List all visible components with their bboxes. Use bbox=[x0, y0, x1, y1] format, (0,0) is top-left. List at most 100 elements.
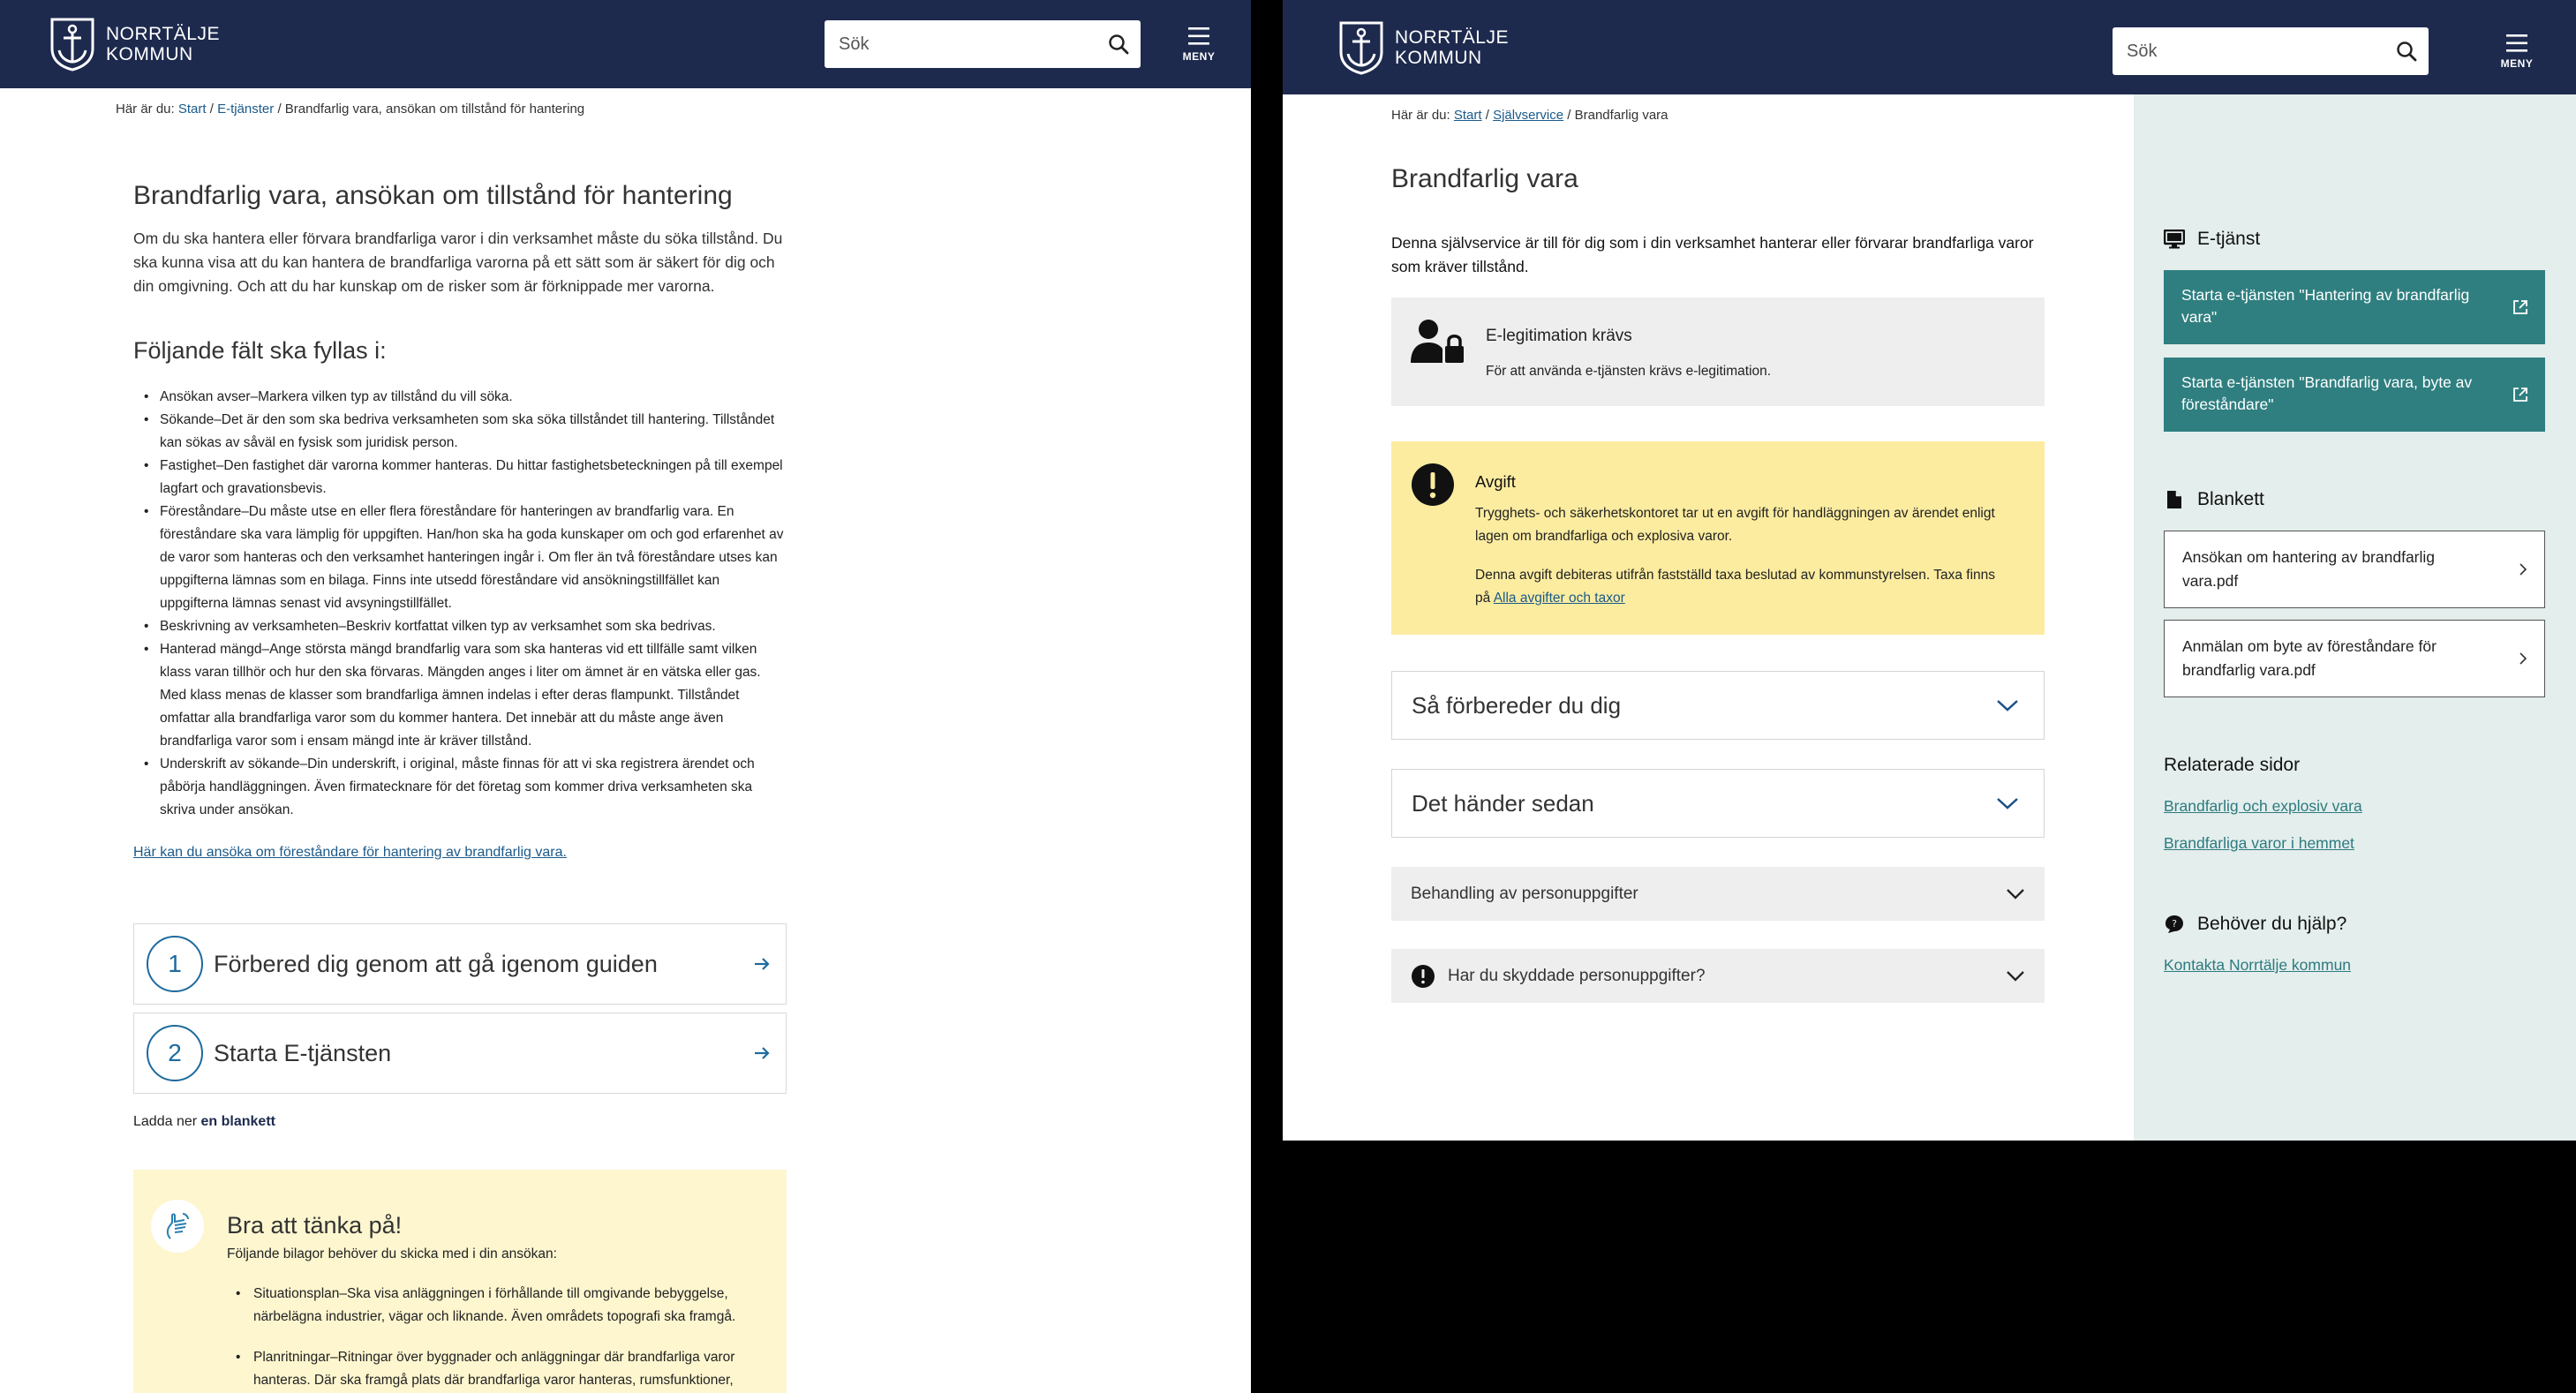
site-logo[interactable]: NORRTÄLJE KOMMUN bbox=[1338, 20, 1509, 75]
tip-subtitle: Följande bilagor behöver du skicka med i… bbox=[227, 1246, 557, 1261]
step-number: 1 bbox=[147, 936, 203, 992]
external-link-icon bbox=[2513, 388, 2527, 402]
fee-title: Avgift bbox=[1475, 472, 1516, 491]
list-item: Planritningar–Ritningar över byggnader o… bbox=[227, 1346, 757, 1392]
list-item: Hanterad mängd–Ange största mängd brandf… bbox=[133, 638, 787, 753]
sidebar: E-tjänst Starta e-tjänsten "Hantering av… bbox=[2134, 94, 2576, 1141]
menu-label: MENY bbox=[1182, 50, 1216, 63]
accordion-prepare[interactable]: Så förbereder du dig bbox=[1391, 671, 2045, 740]
accordion-label: Har du skyddade personuppgifter? bbox=[1448, 966, 1706, 985]
chevron-down-icon bbox=[1997, 798, 2018, 809]
menu-button[interactable]: MENY bbox=[2490, 25, 2543, 78]
fields-list: Ansökan avser–Markera vilken typ av till… bbox=[133, 386, 787, 822]
accordion-label: Det händer sedan bbox=[1412, 789, 1594, 817]
fields-heading: Följande fält ska fyllas i: bbox=[133, 337, 387, 364]
site-header: NORRTÄLJE KOMMUN MENY bbox=[1283, 0, 2576, 94]
site-logo[interactable]: NORRTÄLJE KOMMUN bbox=[49, 17, 220, 72]
brand-line-1: NORRTÄLJE bbox=[1395, 26, 1509, 48]
list-item: Sökande–Det är den som ska bedriva verks… bbox=[133, 409, 787, 455]
chevron-down-icon bbox=[2007, 888, 2024, 900]
search-icon[interactable] bbox=[2395, 40, 2418, 63]
download-form: Ladda ner en blankett bbox=[133, 1114, 275, 1129]
chevron-right-icon bbox=[2520, 652, 2527, 665]
hamburger-icon bbox=[1188, 27, 1209, 45]
related-pages-heading: Relaterade sidor bbox=[2164, 755, 2301, 775]
brand-line-2: KOMMUN bbox=[106, 44, 193, 64]
download-form-link[interactable]: en blankett bbox=[201, 1114, 275, 1129]
related-link-flammable-home[interactable]: Brandfarliga varor i hemmet bbox=[2164, 834, 2354, 853]
search-box bbox=[825, 20, 1141, 68]
list-item: Fastighet–Den fastighet där varorna komm… bbox=[133, 455, 787, 501]
exclamation-icon bbox=[1412, 463, 1454, 506]
fee-box: Avgift Trygghets- och säkerhetskontoret … bbox=[1391, 441, 2045, 635]
search-box bbox=[2113, 27, 2429, 75]
breadcrumb-start[interactable]: Start bbox=[1454, 108, 1482, 123]
step-label: Förbered dig genom att gå igenom guiden bbox=[214, 950, 658, 977]
e-id-text: För att använda e-tjänsten krävs e-legit… bbox=[1486, 364, 1772, 379]
menu-button[interactable]: MENY bbox=[1172, 18, 1225, 71]
page-title: Brandfarlig vara bbox=[1391, 164, 1578, 193]
municipality-crest-icon bbox=[50, 18, 94, 72]
intro-text: Denna självservice är till för dig som i… bbox=[1391, 234, 2034, 275]
form-download-change-manager[interactable]: Anmälan om byte av föreståndare för bran… bbox=[2164, 620, 2545, 697]
municipality-crest-icon bbox=[1339, 21, 1383, 75]
e-id-title: E-legitimation krävs bbox=[1486, 327, 1632, 345]
brand-line-2: KOMMUN bbox=[1395, 47, 1482, 68]
list-item: Underskrift av sökande–Din underskrift, … bbox=[133, 753, 787, 822]
accordion-protected-personal-data[interactable]: Har du skyddade personuppgifter? bbox=[1391, 949, 2045, 1003]
help-heading: ? Behöver du hjälp? bbox=[2164, 914, 2346, 935]
start-e-service-handling-button[interactable]: Starta e-tjänsten "Hantering av brandfar… bbox=[2164, 270, 2545, 344]
search-input[interactable] bbox=[825, 20, 1089, 68]
breadcrumb-current: Brandfarlig vara, ansökan om tillstånd f… bbox=[284, 102, 585, 117]
document-icon bbox=[2167, 491, 2181, 508]
main-content: Brandfarlig vara Denna självservice är t… bbox=[1391, 164, 2045, 279]
step-prepare-guide[interactable]: 1 Förbered dig genom att gå igenom guide… bbox=[133, 923, 787, 1005]
tip-list: Situationsplan–Ska visa anläggningen i f… bbox=[227, 1283, 757, 1393]
monitor-icon bbox=[2164, 230, 2185, 249]
breadcrumb-current: Brandfarlig vara bbox=[1574, 108, 1668, 123]
tip-box: Bra att tänka på! Följande bilagor behöv… bbox=[133, 1170, 787, 1393]
fees-and-rates-link[interactable]: Alla avgifter och taxor bbox=[1494, 591, 1625, 606]
arrow-right-icon bbox=[755, 958, 770, 970]
tip-icon-wrap bbox=[151, 1200, 204, 1253]
breadcrumb-start[interactable]: Start bbox=[178, 102, 207, 117]
accordion-what-happens-next[interactable]: Det händer sedan bbox=[1391, 769, 2045, 838]
svg-text:?: ? bbox=[2172, 918, 2177, 930]
contact-municipality-link[interactable]: Kontakta Norrtälje kommun bbox=[2164, 956, 2351, 975]
external-link-icon bbox=[2513, 300, 2527, 314]
form-download-handling[interactable]: Ansökan om hantering av brandfarlig vara… bbox=[2164, 531, 2545, 608]
left-page: NORRTÄLJE KOMMUN MENY Här är du: Start /… bbox=[0, 0, 1251, 1393]
main-content: Brandfarlig vara, ansökan om tillstånd f… bbox=[133, 180, 787, 861]
accordion-label: Behandling av personuppgifter bbox=[1411, 884, 1638, 903]
step-number: 2 bbox=[147, 1025, 203, 1081]
site-header: NORRTÄLJE KOMMUN MENY bbox=[0, 0, 1251, 88]
start-e-service-change-manager-button[interactable]: Starta e-tjänsten "Brandfarlig vara, byt… bbox=[2164, 358, 2545, 432]
search-input[interactable] bbox=[2113, 27, 2377, 75]
form-heading: Blankett bbox=[2164, 489, 2264, 510]
step-start-e-service[interactable]: 2 Starta E-tjänsten bbox=[133, 1013, 787, 1094]
fee-text-1: Trygghets- och säkerhetskontoret tar ut … bbox=[1475, 506, 1995, 544]
e-id-required-box: E-legitimation krävs För att använda e-t… bbox=[1391, 297, 2045, 406]
intro-text: Om du ska hantera eller förvara brandfar… bbox=[133, 230, 783, 295]
accordion-personal-data[interactable]: Behandling av personuppgifter bbox=[1391, 867, 2045, 921]
tip-title: Bra att tänka på! bbox=[227, 1212, 403, 1239]
accordion-label: Så förbereder du dig bbox=[1412, 691, 1622, 719]
breadcrumb-self-service[interactable]: Självservice bbox=[1493, 108, 1563, 123]
list-item: Ansökan avser–Markera vilken typ av till… bbox=[133, 386, 787, 409]
user-lock-icon bbox=[1411, 320, 1464, 363]
reminder-finger-icon bbox=[166, 1213, 189, 1239]
manager-application-link[interactable]: Här kan du ansöka om föreståndare för ha… bbox=[133, 845, 787, 861]
list-item: Situationsplan–Ska visa anläggningen i f… bbox=[227, 1283, 757, 1329]
chat-bubble-icon: ? bbox=[2165, 915, 2183, 933]
search-icon[interactable] bbox=[1107, 33, 1130, 56]
hamburger-icon bbox=[2506, 34, 2527, 52]
chevron-right-icon bbox=[2520, 563, 2527, 576]
list-item: Föreståndare–Du måste utse en eller fler… bbox=[133, 501, 787, 615]
right-page: NORRTÄLJE KOMMUN MENY Här är du: Start /… bbox=[1283, 0, 2576, 1141]
breadcrumb-e-services[interactable]: E-tjänster bbox=[217, 102, 274, 117]
breadcrumb: Här är du: Start / Självservice / Brandf… bbox=[1391, 108, 1668, 123]
fee-text-2: Denna avgift debiteras utifrån fastställ… bbox=[1475, 568, 1996, 606]
chevron-down-icon bbox=[1997, 700, 2018, 712]
related-link-flammable-explosive[interactable]: Brandfarlig och explosiv vara bbox=[2164, 797, 2362, 816]
menu-label: MENY bbox=[2500, 57, 2534, 70]
